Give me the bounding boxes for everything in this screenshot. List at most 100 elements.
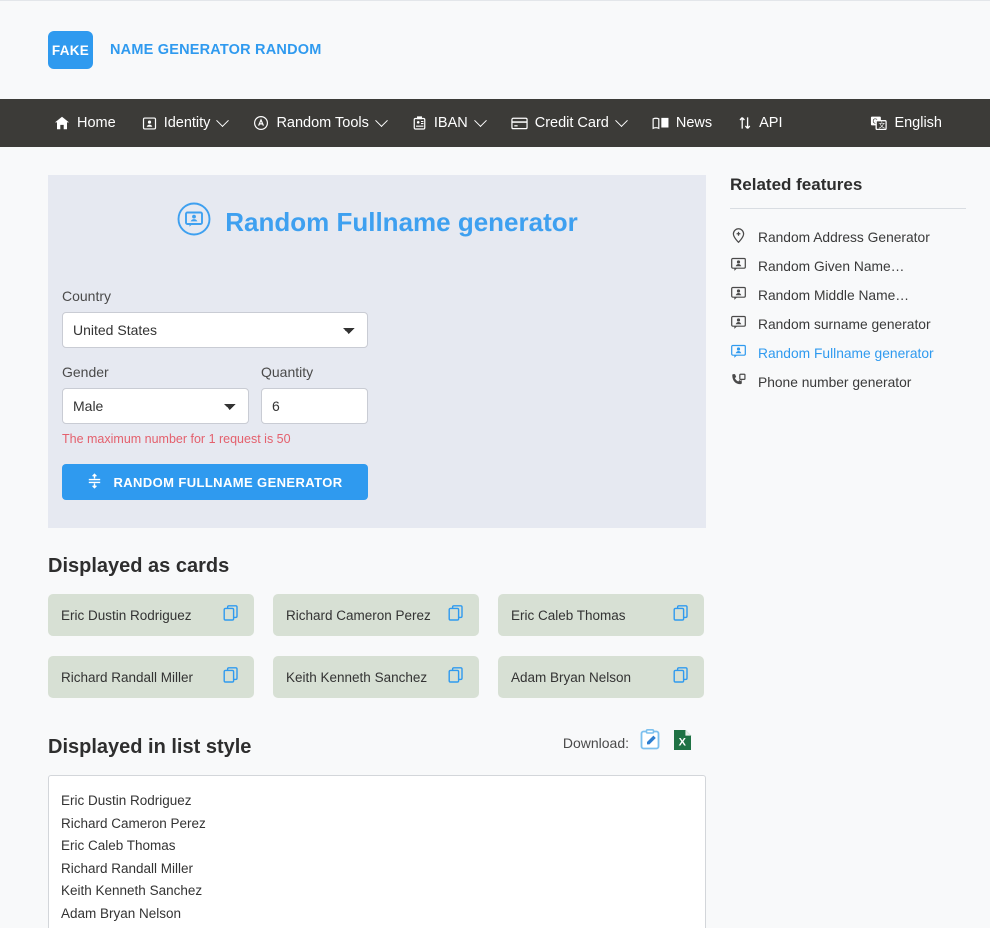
quantity-input[interactable]: [261, 388, 368, 424]
sidebar-item-label: Random surname generator: [758, 317, 931, 332]
generate-button-label: RANDOM FULLNAME GENERATOR: [113, 474, 343, 490]
sidebar-item-random-surname-generator[interactable]: Random surname generator: [730, 310, 966, 339]
nav-item-identity[interactable]: Identity: [142, 113, 230, 131]
list-item: Keith Kenneth Sanchez: [61, 883, 203, 898]
generator-form: Country United States Gender Male Quanti…: [48, 288, 706, 500]
nav-item-home[interactable]: Home: [54, 115, 116, 131]
copy-icon[interactable]: [222, 666, 240, 689]
quantity-label: Quantity: [261, 364, 314, 380]
sidebar-item-label: Random Address Generator: [758, 230, 930, 245]
sidebar-heading: Related features: [730, 175, 863, 194]
copy-icon[interactable]: [447, 604, 465, 627]
name-card-label: Eric Caleb Thomas: [511, 607, 626, 623]
copy-icon[interactable]: [222, 604, 240, 627]
list-item: Richard Randall Miller: [61, 860, 194, 876]
location-pin-icon: [730, 227, 747, 249]
quantity-warning: The maximum number for 1 request is 50: [62, 432, 291, 446]
chevron-down-icon: [473, 113, 487, 127]
id-badge-icon: [412, 115, 427, 131]
nav-item-news[interactable]: News: [652, 115, 712, 131]
nav-label: Credit Card: [534, 115, 609, 131]
language-label: English: [894, 115, 942, 131]
nav-label: Home: [77, 115, 116, 131]
sidebar-item-random-middle-name[interactable]: Random Middle Name…: [730, 281, 966, 310]
list-item: Richard Cameron Perez: [61, 815, 206, 831]
nav-label: Identity: [163, 115, 211, 131]
copy-icon[interactable]: [672, 604, 690, 627]
nav-label: Random Tools: [276, 115, 369, 131]
contact-card-icon: [730, 314, 747, 336]
main-column: Random Fullname generator Country United…: [48, 147, 706, 928]
contact-card-circle-icon: [176, 201, 212, 244]
sidebar-item-random-address-generator[interactable]: Random Address Generator: [730, 223, 966, 252]
contact-card-icon: [730, 285, 747, 307]
name-card[interactable]: Adam Bryan Nelson: [498, 656, 704, 698]
name-card[interactable]: Eric Caleb Thomas: [498, 594, 704, 636]
copy-icon[interactable]: [672, 666, 690, 689]
nav-item-random-tools[interactable]: Random Tools: [253, 113, 388, 131]
page-root: FAKE NAME GENERATOR RANDOM Home Identity: [0, 0, 990, 928]
identity-card-icon: [142, 116, 157, 131]
gender-select[interactable]: Male: [62, 388, 249, 424]
contact-card-icon: [730, 256, 747, 278]
site-header: FAKE NAME GENERATOR RANDOM: [0, 1, 990, 99]
logo-text[interactable]: NAME GENERATOR RANDOM: [110, 42, 322, 58]
language-selector[interactable]: G 文 English: [870, 115, 942, 131]
sidebar-item-phone-number-generator[interactable]: Phone number generator: [730, 368, 966, 397]
sidebar-item-random-given-name[interactable]: Random Given Name…: [730, 252, 966, 281]
country-label: Country: [62, 288, 112, 304]
nav-item-iban[interactable]: IBAN: [412, 113, 487, 131]
random-shuffle-icon: [87, 472, 102, 492]
translate-icon: G 文: [870, 115, 888, 131]
phone-contact-icon: [730, 372, 747, 394]
generator-panel: Random Fullname generator Country United…: [48, 175, 706, 528]
arrows-updown-icon: [738, 115, 752, 131]
excel-download-icon[interactable]: X: [671, 728, 694, 757]
name-card[interactable]: Richard Cameron Perez: [273, 594, 479, 636]
name-card-label: Adam Bryan Nelson: [511, 669, 632, 685]
sidebar-item-label: Random Fullname generator: [758, 346, 934, 361]
nav-item-credit-card[interactable]: Credit Card: [511, 113, 628, 131]
name-card[interactable]: Richard Randall Miller: [48, 656, 254, 698]
chevron-down-icon: [614, 113, 628, 127]
name-cards-grid: Eric Dustin Rodriguez Richard Cameron Pe…: [48, 594, 706, 698]
nav-label: News: [675, 115, 713, 131]
list-item: Eric Caleb Thomas: [61, 838, 176, 853]
gender-quantity-row: Gender Male Quantity: [62, 364, 694, 424]
copy-icon[interactable]: [447, 666, 465, 689]
sidebar-item-random-fullname-generator[interactable]: Random Fullname generator: [730, 339, 966, 368]
sidebar-item-label: Phone number generator: [758, 375, 912, 390]
country-select[interactable]: United States: [62, 312, 368, 348]
generate-button[interactable]: RANDOM FULLNAME GENERATOR: [62, 464, 368, 500]
gender-label: Gender: [62, 364, 109, 380]
sidebar-item-label: Random Given Name…: [758, 259, 905, 274]
logo-badge[interactable]: FAKE: [48, 31, 93, 69]
home-icon: [54, 115, 70, 131]
svg-text:X: X: [679, 736, 687, 748]
contact-card-icon: [730, 343, 747, 365]
sidebar-divider: [730, 208, 966, 209]
nav-item-api[interactable]: API: [738, 115, 783, 131]
list-section-header: Displayed in list style Download: X: [48, 728, 706, 759]
name-card-label: Richard Cameron Perez: [286, 607, 431, 623]
names-listbox[interactable]: Eric Dustin Rodriguez Richard Cameron Pe…: [48, 775, 706, 928]
gender-field: Gender Male: [62, 364, 249, 424]
notepad-download-icon[interactable]: [638, 728, 662, 757]
page-title: Random Fullname generator: [48, 201, 706, 244]
circle-a-icon: [253, 115, 269, 131]
related-features-sidebar: Related features Random Address Generato…: [730, 147, 966, 928]
list-section-heading: Displayed in list style: [48, 736, 252, 758]
name-card[interactable]: Keith Kenneth Sanchez: [273, 656, 479, 698]
name-card[interactable]: Eric Dustin Rodriguez: [48, 594, 254, 636]
download-label: Download:: [562, 734, 629, 751]
svg-text:文: 文: [879, 121, 886, 130]
main-navbar: Home Identity Random Tools IBAN Credit C…: [0, 99, 990, 147]
nav-label: API: [759, 115, 783, 131]
nav-label: IBAN: [433, 115, 468, 131]
name-card-label: Keith Kenneth Sanchez: [286, 669, 428, 685]
name-card-label: Eric Dustin Rodriguez: [61, 607, 192, 623]
list-item: Adam Bryan Nelson: [61, 905, 182, 921]
chevron-down-icon: [216, 113, 230, 127]
cards-section-heading: Displayed as cards: [48, 555, 230, 577]
chevron-down-icon: [375, 113, 388, 127]
